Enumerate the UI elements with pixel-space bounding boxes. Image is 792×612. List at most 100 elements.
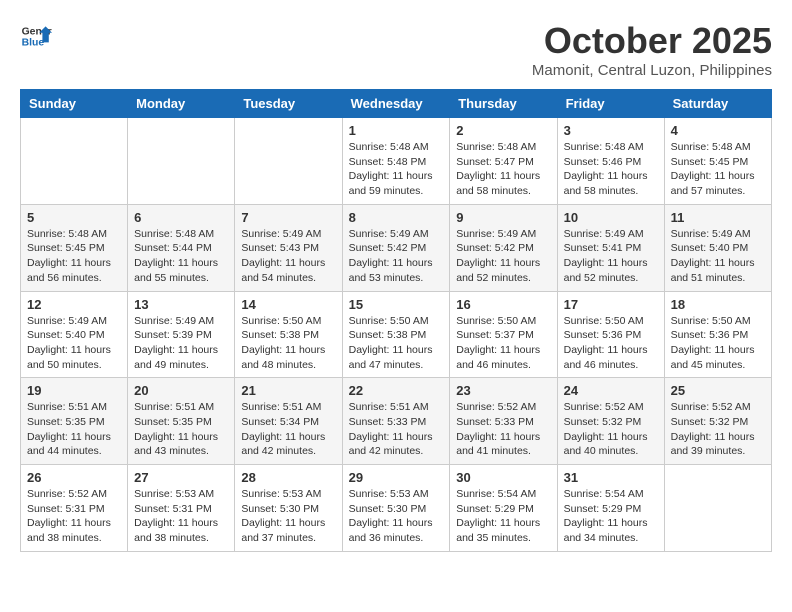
day-info: Sunrise: 5:48 AM Sunset: 5:46 PM Dayligh… — [564, 140, 658, 199]
day-number: 18 — [671, 297, 765, 312]
day-number: 11 — [671, 210, 765, 225]
calendar-cell: 22 Sunrise: 5:51 AM Sunset: 5:33 PM Dayli… — [342, 378, 450, 465]
day-number: 22 — [349, 383, 444, 398]
weekday-header-tuesday: Tuesday — [235, 90, 342, 118]
calendar-cell: 12 Sunrise: 5:49 AM Sunset: 5:40 PM Dayli… — [21, 291, 128, 378]
day-number: 17 — [564, 297, 658, 312]
calendar-cell: 13Sunrise: 5:49 AM Sunset: 5:39 PM Dayli… — [128, 291, 235, 378]
day-number: 3 — [564, 123, 658, 138]
day-number: 27 — [134, 470, 228, 485]
day-number: 31 — [564, 470, 658, 485]
day-number: 10 — [564, 210, 658, 225]
calendar-week-1: 1 Sunrise: 5:48 AM Sunset: 5:48 PM Daylig… — [21, 118, 772, 205]
calendar-cell: 27Sunrise: 5:53 AM Sunset: 5:31 PM Dayli… — [128, 465, 235, 552]
day-number: 2 — [456, 123, 550, 138]
calendar-cell — [21, 118, 128, 205]
day-number: 12 — [27, 297, 121, 312]
day-number: 1 — [349, 123, 444, 138]
calendar-week-4: 19 Sunrise: 5:51 AM Sunset: 5:35 PM Dayli… — [21, 378, 772, 465]
day-info: Sunrise: 5:53 AM Sunset: 5:30 PM Dayligh… — [241, 487, 335, 546]
calendar-cell: 19 Sunrise: 5:51 AM Sunset: 5:35 PM Dayli… — [21, 378, 128, 465]
calendar-cell: 29 Sunrise: 5:53 AM Sunset: 5:30 PM Dayli… — [342, 465, 450, 552]
calendar-cell: 7Sunrise: 5:49 AM Sunset: 5:43 PM Daylig… — [235, 204, 342, 291]
day-number: 9 — [456, 210, 550, 225]
calendar-cell: 1 Sunrise: 5:48 AM Sunset: 5:48 PM Daylig… — [342, 118, 450, 205]
calendar-cell: 5 Sunrise: 5:48 AM Sunset: 5:45 PM Daylig… — [21, 204, 128, 291]
calendar-cell: 3 Sunrise: 5:48 AM Sunset: 5:46 PM Daylig… — [557, 118, 664, 205]
calendar-cell: 4 Sunrise: 5:48 AM Sunset: 5:45 PM Daylig… — [664, 118, 771, 205]
day-number: 6 — [134, 210, 228, 225]
calendar-cell: 24 Sunrise: 5:52 AM Sunset: 5:32 PM Dayli… — [557, 378, 664, 465]
calendar-cell: 16Sunrise: 5:50 AM Sunset: 5:37 PM Dayli… — [450, 291, 557, 378]
day-number: 15 — [349, 297, 444, 312]
day-number: 4 — [671, 123, 765, 138]
calendar-cell: 20Sunrise: 5:51 AM Sunset: 5:35 PM Dayli… — [128, 378, 235, 465]
calendar-cell: 15 Sunrise: 5:50 AM Sunset: 5:38 PM Dayli… — [342, 291, 450, 378]
day-number: 26 — [27, 470, 121, 485]
calendar-cell — [664, 465, 771, 552]
day-info: Sunrise: 5:53 AM Sunset: 5:30 PM Dayligh… — [349, 487, 444, 546]
weekday-header-sunday: Sunday — [21, 90, 128, 118]
day-info: Sunrise: 5:48 AM Sunset: 5:47 PM Dayligh… — [456, 140, 550, 199]
calendar-cell: 26 Sunrise: 5:52 AM Sunset: 5:31 PM Dayli… — [21, 465, 128, 552]
day-number: 29 — [349, 470, 444, 485]
day-number: 5 — [27, 210, 121, 225]
day-info: Sunrise: 5:52 AM Sunset: 5:31 PM Dayligh… — [27, 487, 121, 546]
calendar-cell: 23Sunrise: 5:52 AM Sunset: 5:33 PM Dayli… — [450, 378, 557, 465]
day-info: Sunrise: 5:54 AM Sunset: 5:29 PM Dayligh… — [564, 487, 658, 546]
calendar-cell: 21Sunrise: 5:51 AM Sunset: 5:34 PM Dayli… — [235, 378, 342, 465]
day-info: Sunrise: 5:49 AM Sunset: 5:40 PM Dayligh… — [27, 314, 121, 373]
calendar-cell: 28 Sunrise: 5:53 AM Sunset: 5:30 PM Dayli… — [235, 465, 342, 552]
day-info: Sunrise: 5:48 AM Sunset: 5:48 PM Dayligh… — [349, 140, 444, 199]
logo: General Blue — [20, 20, 52, 52]
calendar-cell: 18 Sunrise: 5:50 AM Sunset: 5:36 PM Dayli… — [664, 291, 771, 378]
day-number: 24 — [564, 383, 658, 398]
day-number: 28 — [241, 470, 335, 485]
page-header: General Blue October 2025 Mamonit, Centr… — [20, 20, 772, 79]
calendar-cell: 10 Sunrise: 5:49 AM Sunset: 5:41 PM Dayli… — [557, 204, 664, 291]
day-info: Sunrise: 5:48 AM Sunset: 5:44 PM Dayligh… — [134, 227, 228, 286]
calendar-cell: 11Sunrise: 5:49 AM Sunset: 5:40 PM Dayli… — [664, 204, 771, 291]
weekday-header-thursday: Thursday — [450, 90, 557, 118]
title-area: October 2025 Mamonit, Central Luzon, Phi… — [532, 20, 772, 79]
location-title: Mamonit, Central Luzon, Philippines — [532, 62, 772, 79]
day-number: 19 — [27, 383, 121, 398]
day-number: 8 — [349, 210, 444, 225]
day-info: Sunrise: 5:49 AM Sunset: 5:42 PM Dayligh… — [456, 227, 550, 286]
day-info: Sunrise: 5:50 AM Sunset: 5:36 PM Dayligh… — [671, 314, 765, 373]
weekday-header-saturday: Saturday — [664, 90, 771, 118]
day-number: 14 — [241, 297, 335, 312]
calendar-cell: 8Sunrise: 5:49 AM Sunset: 5:42 PM Daylig… — [342, 204, 450, 291]
day-info: Sunrise: 5:50 AM Sunset: 5:36 PM Dayligh… — [564, 314, 658, 373]
day-info: Sunrise: 5:54 AM Sunset: 5:29 PM Dayligh… — [456, 487, 550, 546]
day-info: Sunrise: 5:50 AM Sunset: 5:37 PM Dayligh… — [456, 314, 550, 373]
day-info: Sunrise: 5:51 AM Sunset: 5:35 PM Dayligh… — [27, 400, 121, 459]
day-number: 30 — [456, 470, 550, 485]
calendar-cell: 9 Sunrise: 5:49 AM Sunset: 5:42 PM Daylig… — [450, 204, 557, 291]
calendar-cell — [235, 118, 342, 205]
calendar-cell: 6 Sunrise: 5:48 AM Sunset: 5:44 PM Daylig… — [128, 204, 235, 291]
day-number: 21 — [241, 383, 335, 398]
weekday-header-friday: Friday — [557, 90, 664, 118]
calendar-cell: 17 Sunrise: 5:50 AM Sunset: 5:36 PM Dayli… — [557, 291, 664, 378]
calendar-week-5: 26 Sunrise: 5:52 AM Sunset: 5:31 PM Dayli… — [21, 465, 772, 552]
day-info: Sunrise: 5:51 AM Sunset: 5:33 PM Dayligh… — [349, 400, 444, 459]
calendar-cell: 14 Sunrise: 5:50 AM Sunset: 5:38 PM Dayli… — [235, 291, 342, 378]
calendar-cell: 25Sunrise: 5:52 AM Sunset: 5:32 PM Dayli… — [664, 378, 771, 465]
day-info: Sunrise: 5:48 AM Sunset: 5:45 PM Dayligh… — [27, 227, 121, 286]
day-info: Sunrise: 5:48 AM Sunset: 5:45 PM Dayligh… — [671, 140, 765, 199]
calendar-cell: 30 Sunrise: 5:54 AM Sunset: 5:29 PM Dayli… — [450, 465, 557, 552]
logo-icon: General Blue — [20, 20, 52, 52]
calendar-week-3: 12 Sunrise: 5:49 AM Sunset: 5:40 PM Dayli… — [21, 291, 772, 378]
weekday-header-monday: Monday — [128, 90, 235, 118]
day-info: Sunrise: 5:50 AM Sunset: 5:38 PM Dayligh… — [349, 314, 444, 373]
weekday-header-row: SundayMondayTuesdayWednesdayThursdayFrid… — [21, 90, 772, 118]
day-info: Sunrise: 5:49 AM Sunset: 5:39 PM Dayligh… — [134, 314, 228, 373]
weekday-header-wednesday: Wednesday — [342, 90, 450, 118]
day-info: Sunrise: 5:49 AM Sunset: 5:43 PM Dayligh… — [241, 227, 335, 286]
day-info: Sunrise: 5:52 AM Sunset: 5:32 PM Dayligh… — [564, 400, 658, 459]
day-number: 23 — [456, 383, 550, 398]
day-info: Sunrise: 5:49 AM Sunset: 5:41 PM Dayligh… — [564, 227, 658, 286]
day-number: 20 — [134, 383, 228, 398]
day-info: Sunrise: 5:50 AM Sunset: 5:38 PM Dayligh… — [241, 314, 335, 373]
